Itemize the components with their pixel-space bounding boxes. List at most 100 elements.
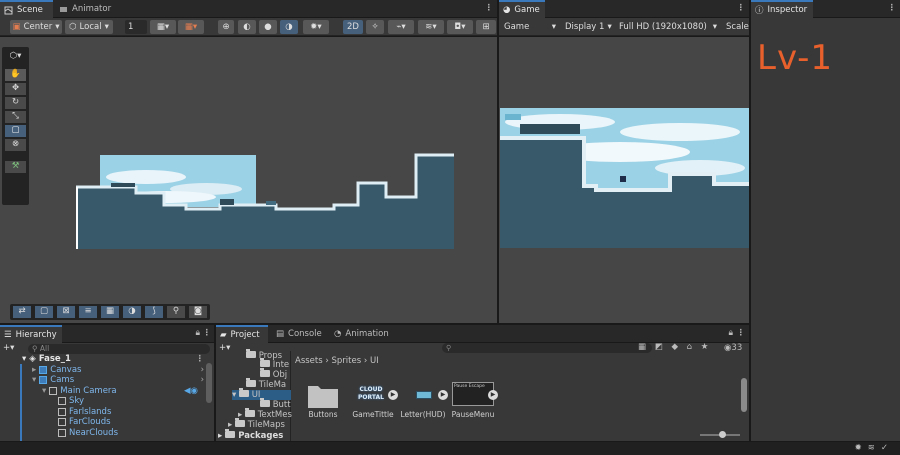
breadcrumb-ui[interactable]: UI (370, 356, 379, 366)
asset-buttons[interactable]: Buttons (298, 380, 348, 419)
rotate-tool-button[interactable]: ↻ (5, 97, 26, 109)
audio-button[interactable]: ⌁▾ (388, 20, 414, 34)
folder-item-obj[interactable]: Obj (260, 368, 287, 380)
effects-button[interactable]: ≋▾ (418, 20, 444, 34)
folder-item-packages[interactable]: ▸ Packages (218, 429, 283, 441)
draw-mode-button[interactable]: ⊕ (218, 20, 234, 34)
project-search[interactable]: ⚲ (442, 343, 652, 353)
layers-icon[interactable]: ≋ (868, 443, 881, 453)
shading-wire-button[interactable]: ◐ (238, 20, 256, 34)
frame-button[interactable]: ◙ (189, 306, 207, 318)
tab-console[interactable]: ▤ Console (272, 325, 328, 343)
hierarchy-menu-icon[interactable]: ⋮ (203, 328, 212, 338)
view-tool-button[interactable]: ✋ (5, 69, 26, 81)
custom-tool-button[interactable]: ⚒ (5, 161, 26, 173)
tab-scene[interactable]: Scene (0, 0, 53, 18)
lock-icon[interactable]: 🔒︎ (728, 328, 733, 338)
sprite-shape-button[interactable]: ▢ (35, 306, 53, 318)
asset-letter-hud[interactable]: ▶ Letter(HUD) (398, 380, 448, 419)
grid-toggle-button[interactable]: ▦ (101, 306, 119, 318)
gameobject-icon (58, 397, 66, 406)
move-tool-button[interactable]: ✥ (5, 83, 26, 95)
game-menu-icon[interactable]: ⋮ (737, 3, 746, 13)
ruler-button[interactable]: ⊠ (57, 306, 75, 318)
folder-item-tilemaps[interactable]: ▸ TileMaps (228, 418, 285, 430)
tree-item-canvas[interactable]: ▸ Canvas › (32, 365, 214, 376)
lighting-button[interactable]: ✧ (366, 20, 384, 34)
folder-item-textmes[interactable]: ▸ TextMes (238, 408, 292, 420)
orbit-button[interactable]: ◑ (123, 306, 141, 318)
scene-viewport[interactable]: ⬡▾ ✋ ✥ ↻ ⤡ ▢ ⊗ ⚒ ⇄ ▢ ⊠ ≡ ▦ ◑ ⟆ ⚲ ◙ (0, 37, 497, 323)
display-dropdown[interactable]: Display 1 ▾ (562, 20, 614, 34)
icon-size-slider[interactable] (700, 431, 740, 438)
grid-snap-field[interactable]: 1 (125, 20, 147, 34)
tab-game[interactable]: ◕ Game (499, 0, 545, 18)
tree-item-main-camera[interactable]: ▾ Main Camera ◀◉ (42, 386, 214, 397)
hierarchy-scrollbar[interactable] (206, 363, 212, 403)
tab-animator[interactable]: Animator (55, 0, 117, 18)
status-icons[interactable]: ✹≋✓ (855, 443, 894, 453)
grid-visibility-button[interactable]: ▦▾ (150, 20, 176, 34)
inspector-panel: Lv-1 (751, 18, 900, 441)
pivot-dropdown[interactable]: ▣ Center ▾ (10, 20, 62, 34)
scene-menu-icon[interactable]: ⋮ (485, 3, 494, 13)
zoom-icon[interactable]: ⚲ (167, 306, 185, 318)
orientation-dropdown[interactable]: ⬡▾ (4, 51, 27, 65)
check-circle-icon[interactable]: ✓ (881, 443, 894, 453)
pan-button[interactable]: ⟆ (145, 306, 163, 318)
tree-item-cams[interactable]: ▾ Cams › (32, 375, 214, 386)
project-menu-icon[interactable]: ⋮ (737, 328, 746, 338)
more-dots-icon[interactable]: ⋮ (196, 354, 205, 364)
toggle-2d-button[interactable]: 2D (343, 20, 363, 34)
breadcrumb-assets[interactable]: Assets (295, 356, 323, 366)
play-circle-icon[interactable]: ▶ (388, 390, 398, 400)
tree-item-farlslands[interactable]: Farlslands (58, 407, 214, 418)
lock-icon[interactable]: 🔒︎ (195, 328, 200, 338)
game-viewport[interactable] (499, 37, 749, 323)
space-dropdown[interactable]: ⬡ Local ▾ (65, 20, 113, 34)
tab-inspector[interactable]: ⓘ Inspector (751, 0, 813, 18)
play-circle-icon[interactable]: ▶ (438, 390, 448, 400)
lines-button[interactable]: ≡ (79, 306, 97, 318)
project-scrollbar[interactable] (741, 378, 747, 412)
inspector-menu-icon[interactable]: ⋮ (888, 3, 897, 13)
tab-hierarchy[interactable]: ☰ Hierarchy (0, 325, 62, 343)
camera-button[interactable]: ◘▾ (447, 20, 473, 34)
asset-gametittle[interactable]: CLOUD PORTAL ▶ GameTittle (348, 380, 398, 419)
tree-item-fase1[interactable]: ▾ ◈ Fase_1 ⋮ (22, 354, 214, 365)
folder-item-butt[interactable]: Butt (260, 398, 291, 410)
tree-item-farclouds[interactable]: FarClouds (58, 417, 214, 428)
shading-solid-button[interactable]: ● (259, 20, 277, 34)
folder-item-inte[interactable]: Inte (260, 358, 289, 370)
gizmos-button[interactable]: ⊞ (476, 20, 496, 34)
game-view-dropdown[interactable]: Game ▾ (501, 20, 559, 34)
snap-button[interactable]: ▦▾ (178, 20, 204, 34)
game-view-label: Game (504, 22, 530, 32)
shading-shaded-button[interactable]: ◑ (280, 20, 298, 34)
search-filter-icons[interactable]: ▦ ◩ ◆ ⌂ ★ (638, 343, 711, 352)
search-icon: ⚲ (32, 344, 38, 353)
info-icon: ⓘ (755, 6, 764, 16)
tree-item-nearclouds[interactable]: NearClouds (58, 428, 214, 439)
resolution-dropdown[interactable]: Full HD (1920x1080) ▾ (616, 20, 720, 34)
debug-button[interactable]: ✹▾ (303, 20, 329, 34)
folder-item-tilema[interactable]: TileMa (246, 378, 286, 390)
hidden-count[interactable]: ◉33 (724, 343, 742, 353)
tile-palette-button[interactable]: ⇄ (13, 306, 31, 318)
slider-thumb[interactable] (719, 431, 726, 438)
camera-visibility-icon[interactable]: ◀◉ (184, 386, 198, 396)
tab-animation[interactable]: ◔ Animation (330, 325, 395, 343)
scale-slider-label[interactable]: Scale (723, 20, 749, 34)
tab-project[interactable]: ▰ Project (216, 325, 268, 343)
asset-pausemenu[interactable]: Pause Escape ▶ PauseMenu (448, 380, 498, 419)
chevron-right-icon[interactable]: › (201, 365, 204, 375)
play-circle-icon[interactable]: ▶ (488, 390, 498, 400)
chevron-right-icon[interactable]: › (201, 375, 204, 385)
transform-tool-button[interactable]: ⊗ (5, 139, 26, 151)
bug-icon[interactable]: ✹ (855, 443, 868, 453)
tree-item-sky[interactable]: Sky (58, 396, 214, 407)
rect-tool-button[interactable]: ▢ (5, 125, 26, 137)
scale-tool-button[interactable]: ⤡ (5, 111, 26, 123)
breadcrumb-sprites[interactable]: Sprites (331, 356, 361, 366)
hierarchy-search[interactable]: ⚲ All (28, 344, 210, 354)
